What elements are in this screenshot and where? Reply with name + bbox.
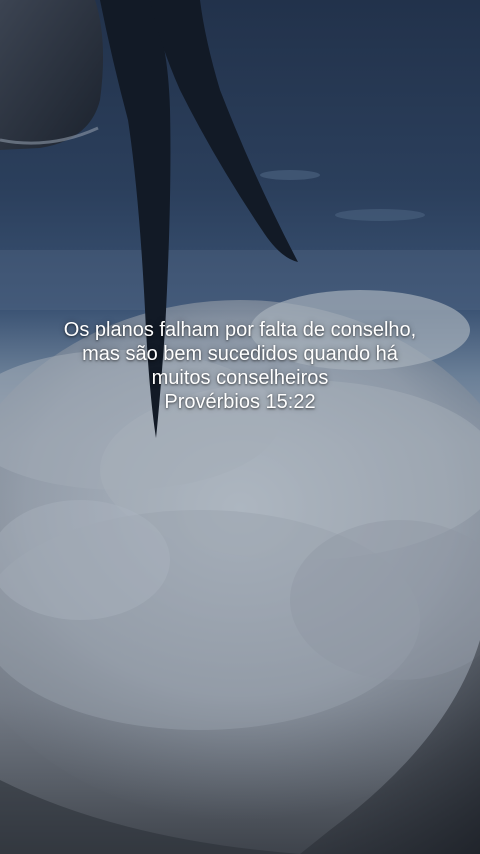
engine-nacelle xyxy=(0,0,104,150)
verse-line-3: muitos conselheiros xyxy=(151,367,329,389)
verse-reference: Provérbios 15:22 xyxy=(164,391,316,413)
airplane-window-scene: Os planos falham por falta de conselho, … xyxy=(0,0,480,854)
verse-line-2: mas são bem sucedidos quando há xyxy=(82,343,398,365)
verse-line-1: Os planos falham por falta de conselho, xyxy=(63,319,417,341)
bible-verse-caption: Os planos falham por falta de conselho, … xyxy=(0,318,480,414)
background-illustration xyxy=(0,0,480,854)
